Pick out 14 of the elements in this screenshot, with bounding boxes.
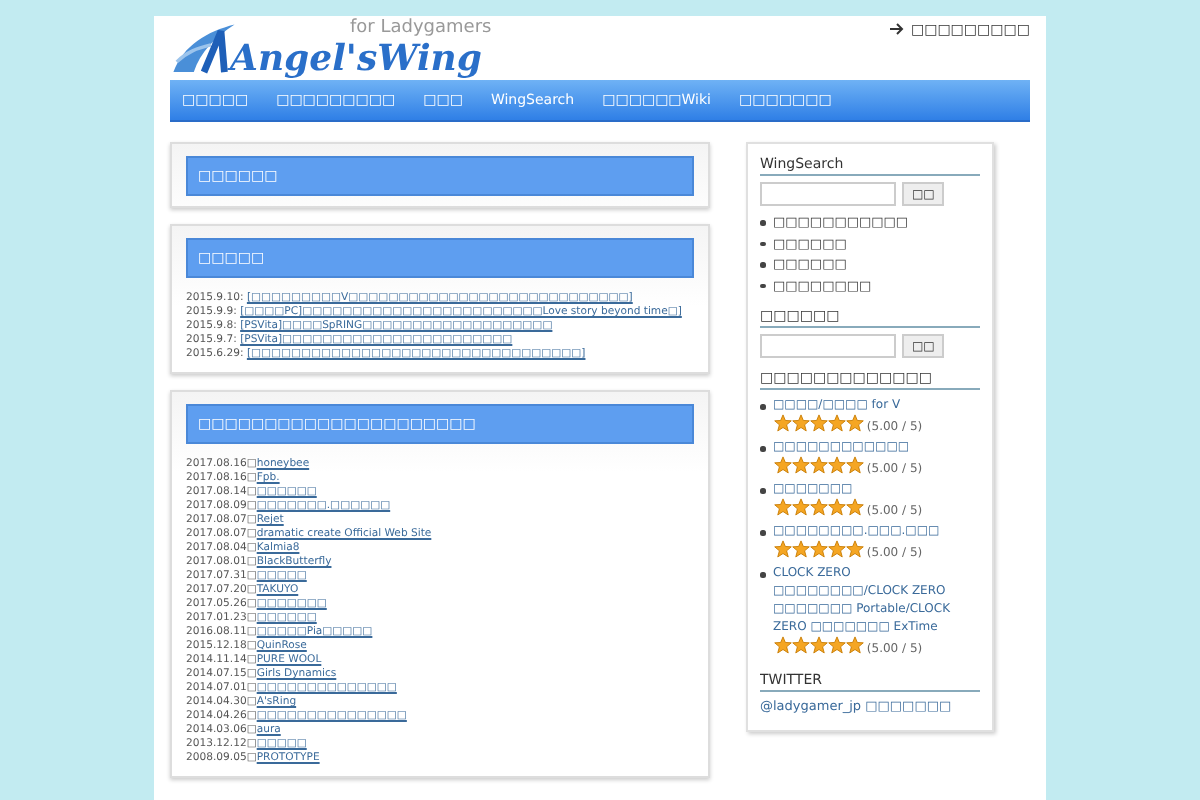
search-field[interactable] — [760, 182, 896, 206]
bullet-icon — [760, 530, 765, 535]
logo-title[interactable]: Angel'sWing — [230, 40, 492, 80]
bullet-icon — [760, 446, 765, 451]
bullet-icon — [760, 404, 765, 409]
bullet-icon — [760, 572, 765, 577]
bullet-icon — [760, 241, 765, 246]
bullet-icon — [760, 262, 765, 267]
bullet-icon — [760, 283, 765, 288]
logo-tagline: for Ladygamers — [350, 18, 492, 40]
bullet-icon — [760, 488, 765, 493]
bullet-icon — [760, 220, 765, 225]
search-field[interactable] — [760, 334, 896, 358]
arrow-icon — [890, 21, 905, 39]
